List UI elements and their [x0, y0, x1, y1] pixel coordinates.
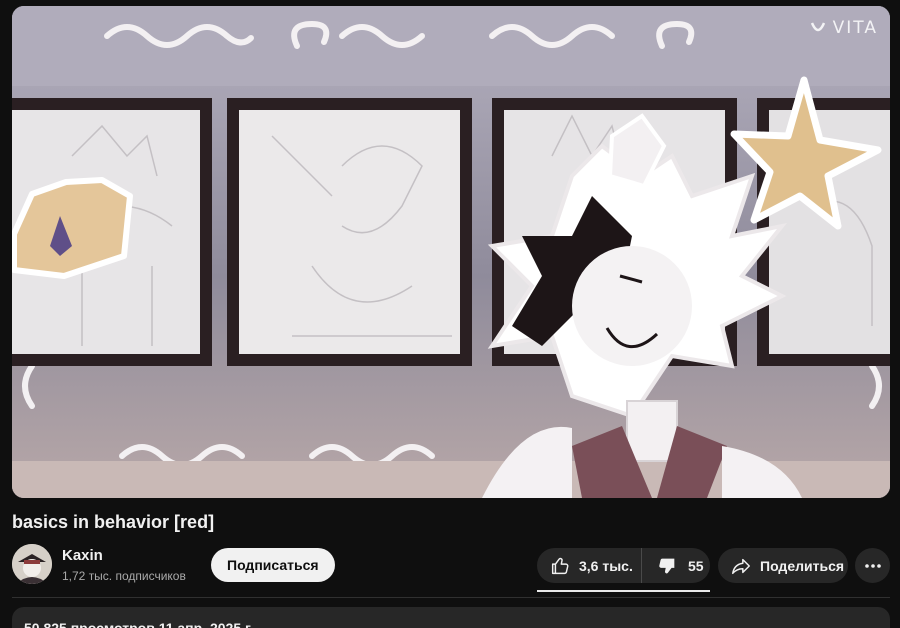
share-arrow-icon: [730, 555, 752, 577]
like-bar-indicator: [537, 590, 710, 592]
like-button[interactable]: 3,6 тыс.: [537, 548, 642, 583]
video-frame: [12, 6, 890, 498]
watch-page: VITA basics in behavior [red] Kaxin 1,72…: [0, 0, 900, 628]
channel-name[interactable]: Kaxin: [62, 547, 103, 564]
description-box[interactable]: 50 825 просмотров 11 апр. 2025 г.: [12, 607, 890, 628]
thumbs-down-icon: [656, 555, 678, 577]
subscribe-button[interactable]: Подписаться: [211, 548, 335, 582]
subscriber-count: 1,72 тыс. подписчиков: [62, 569, 186, 583]
channel-avatar[interactable]: [12, 544, 52, 584]
thumbs-up-icon: [549, 555, 571, 577]
watermark-text: VITA: [832, 18, 878, 38]
divider: [12, 597, 890, 598]
video-title: basics in behavior [red]: [12, 512, 215, 532]
share-button[interactable]: Поделиться: [718, 548, 848, 583]
views-and-date: 50 825 просмотров 11 апр. 2025 г.: [24, 620, 254, 628]
dislike-count: 55: [688, 557, 704, 574]
like-dislike-group: 3,6 тыс. 55: [537, 548, 710, 583]
vita-watermark: VITA: [809, 18, 878, 38]
dislike-button[interactable]: 55: [642, 548, 710, 583]
share-label: Поделиться: [760, 557, 845, 574]
more-horizontal-icon: [863, 556, 883, 576]
vita-logo-icon: [809, 19, 827, 37]
more-actions-button[interactable]: [855, 548, 890, 583]
video-player[interactable]: VITA: [12, 6, 890, 498]
like-count: 3,6 тыс.: [579, 557, 633, 574]
